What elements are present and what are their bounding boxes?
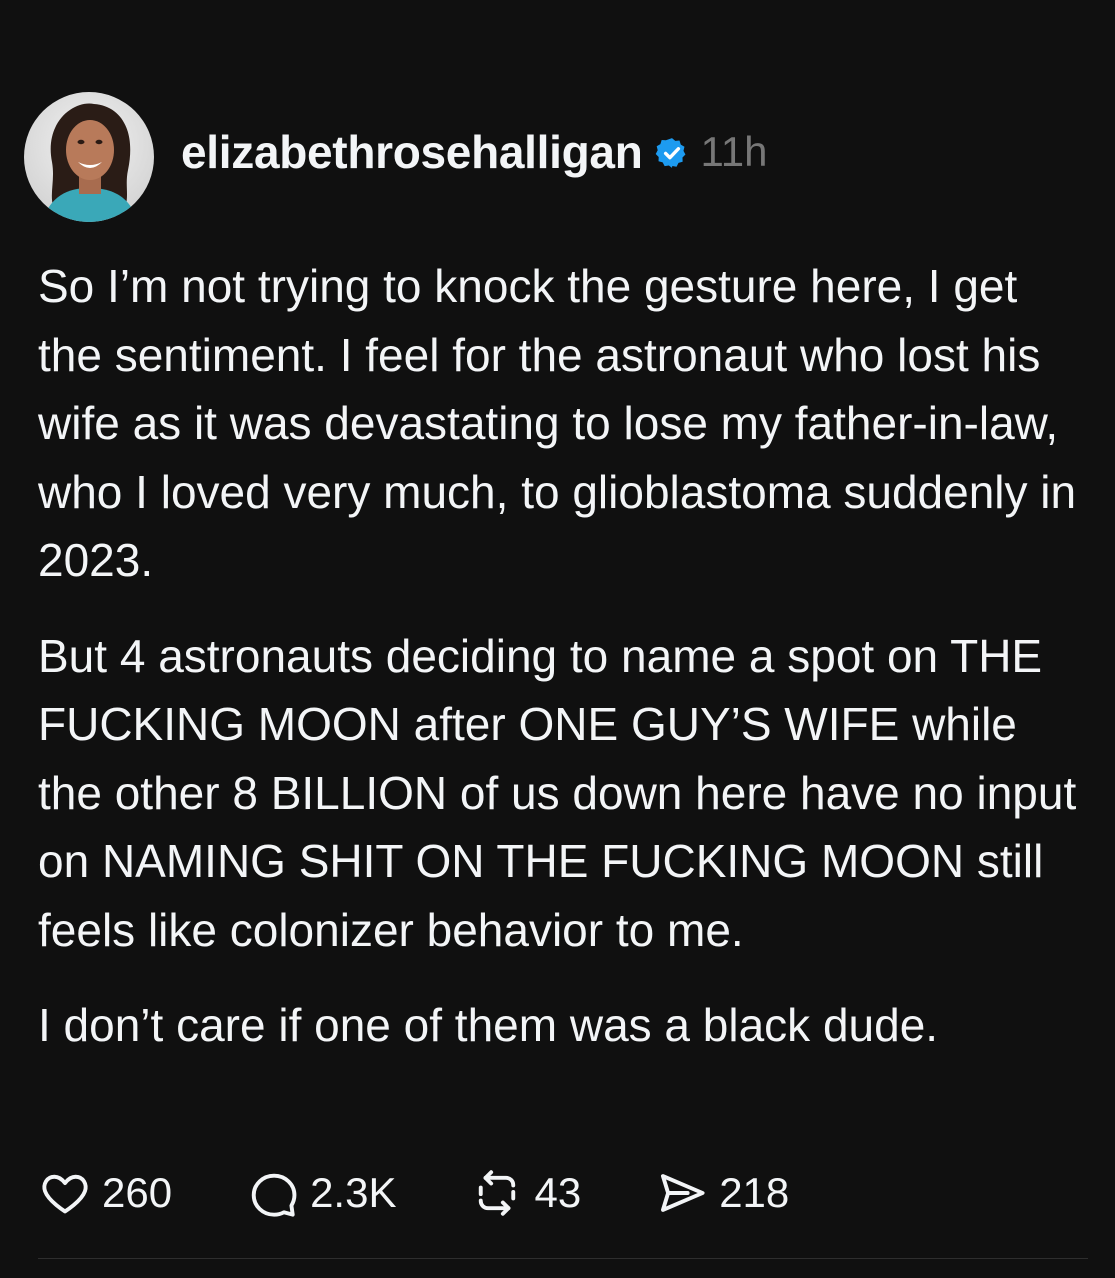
thread-post: elizabethrosehalligan 11h So I’m not try…: [0, 0, 1115, 1278]
share-button[interactable]: 218: [655, 1166, 789, 1220]
repost-button[interactable]: 43: [470, 1166, 581, 1220]
post-paragraph-3: I don’t care if one of them was a black …: [38, 999, 939, 1051]
post-header: elizabethrosehalligan 11h: [24, 92, 767, 222]
send-icon: [655, 1166, 709, 1220]
post-actions: 260 2.3K 43 218: [38, 1162, 789, 1224]
reply-count: 2.3K: [310, 1169, 397, 1216]
author-row: elizabethrosehalligan 11h: [181, 125, 767, 179]
verified-badge-icon: [655, 138, 685, 168]
repost-count: 43: [534, 1169, 582, 1216]
heart-icon: [38, 1166, 92, 1220]
post-paragraph-1: So I’m not trying to knock the gesture h…: [38, 260, 1077, 586]
post-divider: [38, 1258, 1088, 1259]
avatar[interactable]: [24, 92, 154, 222]
like-count: 260: [102, 1169, 173, 1216]
author-username[interactable]: elizabethrosehalligan: [181, 125, 643, 179]
repost-icon: [470, 1166, 524, 1220]
share-count: 218: [719, 1169, 790, 1216]
speech-bubble-icon: [246, 1166, 300, 1220]
post-timestamp: 11h: [700, 128, 768, 175]
like-button[interactable]: 260: [38, 1166, 172, 1220]
post-paragraph-2: But 4 astronauts deciding to name a spot…: [38, 629, 1077, 956]
post-body: So I’m not trying to knock the gesture h…: [38, 252, 1088, 1087]
reply-button[interactable]: 2.3K: [246, 1166, 396, 1220]
